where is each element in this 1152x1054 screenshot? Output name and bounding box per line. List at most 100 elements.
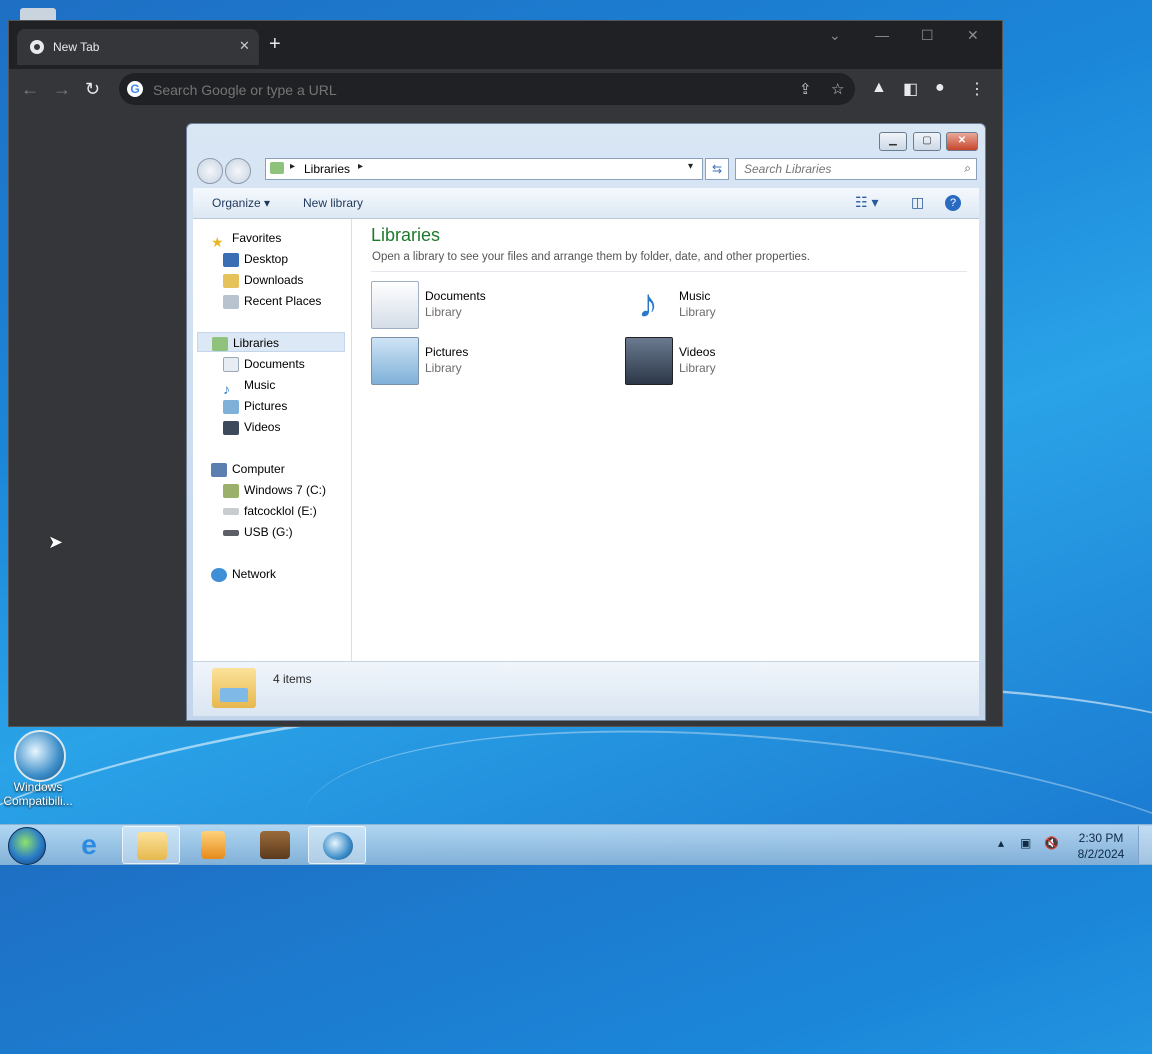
system-drive-icon — [223, 483, 239, 498]
organize-label: Organize — [212, 196, 261, 210]
usb-drive-icon — [223, 529, 239, 536]
chrome-icon — [30, 40, 44, 54]
explorer-minimize-button[interactable]: ▁ — [879, 132, 907, 151]
nav-label: Favorites — [232, 231, 282, 245]
nav-favorites[interactable]: ★ Favorites — [211, 228, 282, 250]
address-bar[interactable]: ▸ Libraries ▸ ▾ — [265, 158, 703, 180]
profile-icon[interactable]: ● — [935, 79, 945, 97]
taskbar-windows-explorer[interactable] — [122, 826, 180, 864]
item-count: 4 items — [273, 672, 312, 686]
network-icon — [211, 567, 227, 582]
share-icon[interactable]: ⇪ — [799, 80, 812, 98]
windows-compatibility-icon — [323, 832, 353, 860]
show-hidden-icons-icon[interactable]: ▴ — [998, 836, 1004, 850]
clock-time: 2:30 PM — [1078, 831, 1124, 845]
nav-item-documents[interactable]: Documents — [223, 354, 305, 374]
library-kind: Library — [679, 361, 716, 375]
chrome-tab[interactable]: New Tab ✕ — [17, 29, 259, 65]
nav-computer[interactable]: Computer — [211, 459, 285, 479]
back-button[interactable]: ← — [21, 79, 39, 100]
nav-item-recent-places[interactable]: Recent Places — [223, 291, 321, 311]
nav-item-pictures[interactable]: Pictures — [223, 396, 287, 416]
reload-button[interactable]: ↻ — [85, 79, 100, 100]
nav-item-drive-c[interactable]: Windows 7 (C:) — [223, 480, 326, 500]
film-icon — [223, 420, 239, 435]
desktop-icon — [223, 252, 239, 267]
explorer-maximize-button[interactable]: ▢ — [913, 132, 941, 151]
search-box[interactable]: ⌕ — [735, 158, 977, 180]
address-input[interactable] — [151, 79, 755, 101]
omnibox[interactable]: G ⇪ ☆ — [119, 73, 855, 105]
windows-compatibility-icon[interactable] — [14, 730, 66, 782]
maximize-button[interactable]: ☐ — [921, 27, 934, 44]
nav-item-music[interactable]: ♪ Music — [223, 375, 275, 397]
close-button[interactable]: ✕ — [967, 27, 979, 44]
forward-button[interactable]: → — [53, 79, 71, 100]
music-note-icon: ♪ — [223, 380, 230, 397]
library-name: Videos — [679, 345, 716, 359]
nav-item-downloads[interactable]: Downloads — [223, 270, 303, 290]
breadcrumb-arrow-icon[interactable]: ▸ — [358, 161, 363, 172]
library-kind: Library — [679, 305, 716, 319]
search-icon[interactable]: ⌕ — [964, 161, 971, 176]
preview-pane-icon[interactable]: ◫ — [911, 194, 924, 211]
clock[interactable]: 2:30 PM 8/2/2024 — [1068, 830, 1134, 862]
nav-item-desktop[interactable]: Desktop — [223, 249, 288, 269]
nav-label: Computer — [232, 462, 285, 476]
breadcrumb-arrow-icon[interactable]: ▸ — [290, 161, 295, 172]
tab-close-icon[interactable]: ✕ — [239, 38, 250, 54]
start-button[interactable] — [8, 827, 46, 865]
show-desktop-button[interactable] — [1138, 826, 1152, 864]
minimize-button[interactable]: — — [875, 27, 889, 43]
nav-label: USB (G:) — [244, 525, 293, 539]
breadcrumb[interactable]: Libraries — [304, 162, 350, 176]
nav-libraries[interactable]: Libraries — [197, 332, 345, 352]
explorer-back-button[interactable] — [197, 158, 223, 184]
taskbar-windows-compatibility[interactable] — [308, 826, 366, 864]
document-icon — [223, 357, 239, 373]
content-pane: Libraries Open a library to see your fil… — [353, 219, 979, 661]
volume-muted-icon[interactable]: 🔇 — [1044, 836, 1059, 850]
explorer-window: ▁ ▢ ✕ ▸ Libraries ▸ ▾ ⇆ ⌕ Organize ▾ New… — [186, 123, 986, 721]
help-icon[interactable]: ? — [945, 195, 961, 211]
desktop-icon-label[interactable]: Windows Compatibili... — [0, 780, 76, 808]
new-tab-button[interactable]: + — [269, 34, 281, 54]
nav-item-drive-g[interactable]: USB (G:) — [223, 522, 293, 542]
library-name: Documents — [425, 289, 486, 303]
library-documents[interactable]: Documents Library — [371, 281, 601, 333]
library-pictures[interactable]: Pictures Library — [371, 337, 601, 389]
archive-icon — [260, 831, 290, 859]
nav-item-drive-e[interactable]: fatcocklol (E:) — [223, 501, 317, 521]
library-kind: Library — [425, 305, 462, 319]
address-dropdown-icon[interactable]: ▾ — [688, 161, 693, 172]
refresh-button[interactable]: ⇆ — [705, 158, 729, 180]
new-library-button[interactable]: New library — [303, 196, 363, 210]
menu-icon[interactable]: ⋮ — [969, 79, 985, 99]
videos-library-icon — [625, 337, 673, 385]
labs-flask-icon[interactable]: ▲ — [871, 79, 887, 97]
address-row: ▸ Libraries ▸ ▾ ⇆ ⌕ — [193, 156, 979, 184]
organize-button[interactable]: Organize ▾ — [212, 196, 270, 210]
taskbar-internet-explorer[interactable]: e — [60, 826, 118, 864]
network-tray-icon[interactable]: ▣ — [1020, 836, 1031, 850]
change-view-icon[interactable]: ☷ ▾ — [855, 194, 878, 211]
nav-network[interactable]: Network — [211, 564, 276, 584]
libraries-icon — [270, 162, 284, 174]
music-library-icon: ♪ — [638, 282, 658, 326]
computer-icon — [211, 462, 227, 477]
nav-item-videos[interactable]: Videos — [223, 417, 280, 437]
star-icon: ★ — [211, 233, 224, 250]
bookmark-star-icon[interactable]: ☆ — [831, 80, 844, 98]
explorer-close-button[interactable]: ✕ — [946, 132, 978, 151]
search-input[interactable] — [742, 161, 954, 177]
library-videos[interactable]: Videos Library — [625, 337, 855, 389]
side-panel-icon[interactable]: ◧ — [903, 79, 918, 99]
taskbar-archive-manager[interactable] — [246, 826, 304, 864]
nav-label: Libraries — [233, 336, 280, 350]
library-music[interactable]: ♪ Music Library — [625, 281, 855, 333]
pictures-icon — [223, 399, 239, 414]
taskbar-media-player[interactable] — [184, 826, 242, 864]
explorer-forward-button[interactable] — [225, 158, 251, 184]
tab-search-icon[interactable]: ⌄ — [829, 27, 841, 44]
libraries-folder-icon — [212, 668, 256, 708]
